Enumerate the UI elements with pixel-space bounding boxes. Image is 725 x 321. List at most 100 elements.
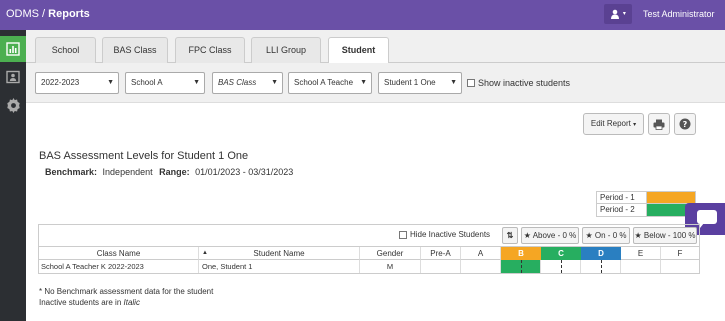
sort-button[interactable]: ⇅: [502, 227, 518, 244]
show-inactive-checkbox[interactable]: [467, 79, 475, 87]
tab-school[interactable]: School: [35, 37, 96, 63]
range-value: 01/01/2023 - 03/31/2023: [195, 167, 294, 177]
star-icon: ★: [585, 231, 593, 240]
legend-item: Period - 1: [596, 191, 696, 204]
caret-down-icon: ▾: [633, 122, 637, 128]
chevron-down-icon: ▼: [450, 79, 457, 86]
note-inactive: Inactive students are in Italic: [39, 297, 213, 308]
class-type-value: BAS Class: [218, 78, 257, 87]
column-header-pre-a[interactable]: Pre-A: [421, 247, 461, 260]
benchmark-info: Benchmark: Independent Range: 01/01/2023…: [45, 167, 293, 177]
student-select[interactable]: Student 1 One ▼: [378, 72, 462, 94]
report-tabs: School BAS Class FPC Class LLI Group Stu…: [26, 30, 725, 64]
tab-bas-class[interactable]: BAS Class: [102, 37, 168, 63]
sidebar-item-settings[interactable]: [4, 96, 22, 114]
edit-report-label: Edit Report: [590, 119, 631, 128]
benchmark-marker-d: [601, 260, 602, 273]
legend-swatch: [647, 192, 695, 203]
cell-gender: M: [360, 260, 421, 273]
cell-f: [661, 260, 699, 273]
hide-inactive-checkbox[interactable]: [399, 230, 407, 239]
column-header-gender[interactable]: Gender: [360, 247, 421, 260]
page-name: Reports: [48, 8, 90, 20]
column-header-a[interactable]: A: [461, 247, 501, 260]
note-no-data: * No Benchmark assessment data for the s…: [39, 287, 214, 296]
level-header-b[interactable]: B: [501, 247, 541, 260]
user-menu-button[interactable]: ▾: [604, 4, 632, 24]
student-value: Student 1 One: [384, 78, 436, 87]
gear-icon: [6, 97, 20, 113]
benchmark-label: Benchmark:: [45, 167, 98, 177]
top-bar: ODMS / Reports ▾ Test Administrator: [0, 0, 725, 30]
sort-asc-icon: ▲: [202, 250, 208, 256]
show-inactive-toggle[interactable]: Show inactive students: [467, 78, 570, 88]
chevron-down-icon: ▼: [193, 79, 200, 86]
sidebar-item-reports[interactable]: [0, 36, 26, 62]
help-icon: ?: [679, 118, 691, 130]
benchmark-marker-b: [521, 260, 522, 273]
teacher-value: School A Teache: [294, 78, 354, 87]
star-icon: ★: [523, 231, 531, 240]
bar-chart-icon: [6, 42, 20, 56]
teacher-select[interactable]: School A Teache ▼: [288, 72, 372, 94]
column-header-class-name[interactable]: Class Name: [39, 247, 199, 260]
help-button[interactable]: ?: [674, 113, 696, 135]
print-button[interactable]: [648, 113, 670, 135]
year-select[interactable]: 2022-2023 ▼: [35, 72, 119, 94]
tab-lli-group[interactable]: LLI Group: [251, 37, 321, 63]
on-label: On - 0 %: [594, 231, 627, 240]
app-title: ODMS / Reports: [6, 8, 90, 20]
student-levels-table: Hide Inactive Students ⇅ ★ Above - 0 % ★…: [38, 224, 700, 274]
print-icon: [653, 119, 665, 130]
id-card-icon: [6, 70, 20, 84]
caret-down-icon: ▾: [622, 11, 626, 17]
period-legend: Period - 1 Period - 2: [596, 191, 696, 217]
above-label: Above - 0 %: [532, 231, 577, 240]
chevron-down-icon: ▼: [107, 79, 114, 86]
level-header-c[interactable]: C: [541, 247, 581, 260]
user-icon: [611, 9, 620, 19]
tab-student[interactable]: Student: [328, 37, 389, 64]
tab-fpc-class[interactable]: FPC Class: [175, 37, 245, 63]
filter-below-button[interactable]: ★ Below - 100 %: [633, 227, 697, 244]
cell-class-name: School A Teacher K 2022-2023: [39, 260, 199, 273]
sort-icon: ⇅: [506, 231, 514, 240]
chevron-down-icon: ▼: [360, 79, 367, 86]
filter-above-button[interactable]: ★ Above - 0 %: [521, 227, 579, 244]
table-toolbar: Hide Inactive Students ⇅ ★ Above - 0 % ★…: [39, 225, 699, 247]
note-inactive-text: Inactive students are in: [39, 298, 124, 307]
school-select[interactable]: School A ▼: [125, 72, 205, 94]
cell-pre-a: [421, 260, 461, 273]
column-header-f[interactable]: F: [661, 247, 699, 260]
chat-icon-tail: [700, 223, 704, 228]
app-name[interactable]: ODMS: [6, 8, 39, 20]
benchmark-value: Independent: [102, 167, 153, 177]
hide-inactive-label: Hide Inactive Students: [410, 230, 491, 239]
year-value: 2022-2023: [41, 78, 80, 87]
title-separator: /: [39, 8, 49, 20]
star-icon: ★: [634, 231, 642, 240]
note-inactive-italic: Italic: [123, 298, 140, 307]
legend-item: Period - 2: [596, 204, 696, 217]
user-name[interactable]: Test Administrator: [643, 9, 715, 19]
report-notes: * No Benchmark assessment data for the s…: [39, 286, 213, 308]
level-header-d[interactable]: D: [581, 247, 621, 260]
chat-icon: [697, 210, 717, 224]
range-label: Range:: [159, 167, 190, 177]
filter-on-button[interactable]: ★ On - 0 %: [582, 227, 630, 244]
cell-student-name[interactable]: One, Student 1: [199, 260, 360, 273]
edit-report-button[interactable]: Edit Report ▾: [583, 113, 644, 135]
sidebar-item-students[interactable]: [4, 68, 22, 86]
column-header-e[interactable]: E: [621, 247, 661, 260]
column-header-student-name[interactable]: ▲ Student Name: [199, 247, 360, 260]
chevron-down-icon: ▼: [271, 79, 278, 86]
cell-a: [461, 260, 501, 273]
legend-label: Period - 2: [597, 204, 647, 216]
class-type-select[interactable]: BAS Class ▼: [212, 72, 283, 94]
student-name-header-label: Student Name: [253, 249, 305, 258]
show-inactive-label: Show inactive students: [478, 78, 571, 88]
sidebar: [0, 30, 26, 321]
below-label: Below - 100 %: [643, 231, 696, 240]
filter-bar: 2022-2023 ▼ School A ▼ BAS Class ▼ School A…: [26, 63, 725, 103]
hide-inactive-toggle[interactable]: Hide Inactive Students: [399, 230, 490, 239]
